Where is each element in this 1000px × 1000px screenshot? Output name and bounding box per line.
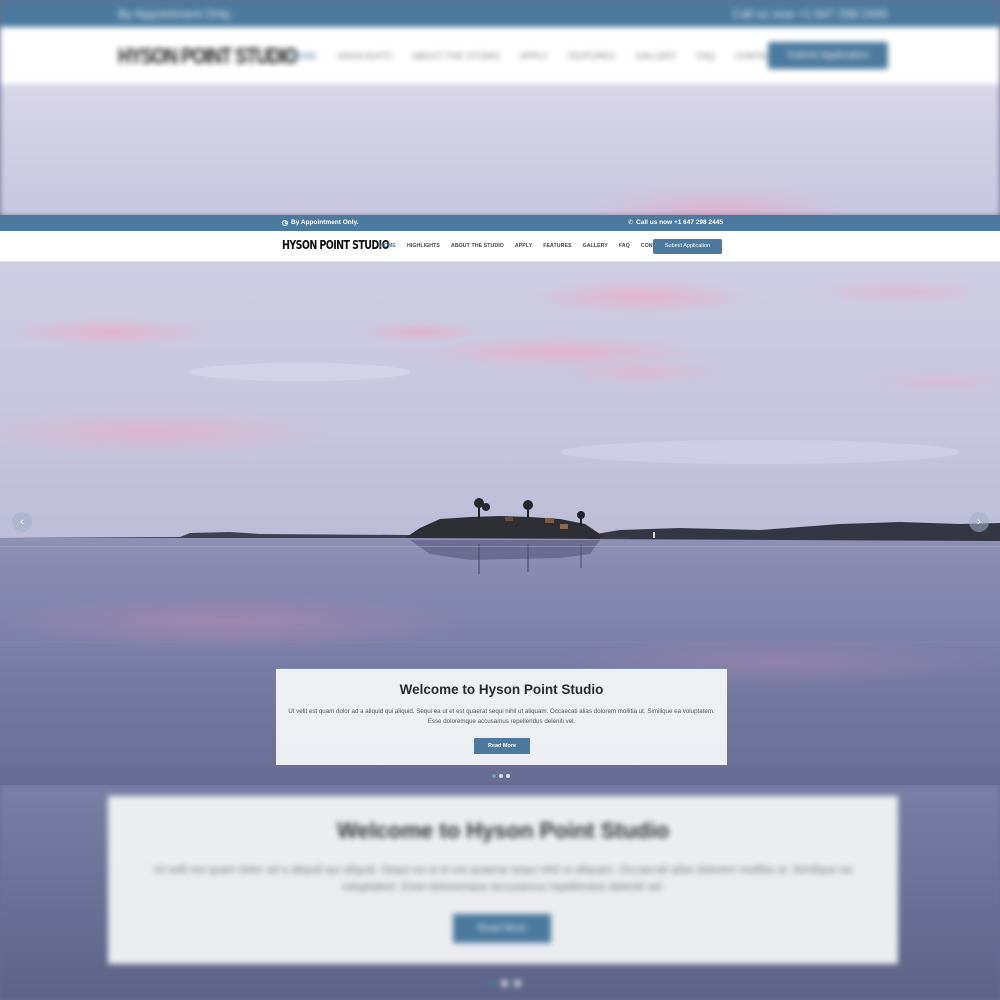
backdrop-dots bbox=[488, 980, 521, 987]
backdrop-welcome-text: Ut velit est quam dolor ad a aliquid qui… bbox=[153, 864, 853, 893]
backdrop-hours-text: By Appointment Only. bbox=[118, 7, 233, 21]
slider-dot-1[interactable] bbox=[492, 774, 496, 778]
website-preview: By Appointment Only. ✆ Call us now +1 64… bbox=[0, 215, 1000, 785]
hero-slider: ‹ › Welcome to Hyson Point Studio Ut vel… bbox=[0, 262, 1000, 785]
nav-item-faq[interactable]: FAQ bbox=[619, 243, 630, 249]
site-logo[interactable]: HYSON POINT STUDIO bbox=[282, 238, 390, 252]
welcome-text: Ut velit est quam dolor ad a aliquid qui… bbox=[288, 708, 715, 725]
slider-dots bbox=[492, 774, 510, 778]
backdrop-menu-item: HOME bbox=[290, 51, 317, 61]
nav-item-highlights[interactable]: HIGHLIGHTS bbox=[407, 243, 440, 249]
welcome-title: Welcome to Hyson Point Studio bbox=[399, 682, 604, 697]
slider-dot-2[interactable] bbox=[499, 774, 503, 778]
nav-item-features[interactable]: FEATURES bbox=[543, 243, 571, 249]
phone-icon: ✆ bbox=[628, 219, 634, 226]
backdrop-menu-item: FAQ bbox=[696, 51, 715, 61]
backdrop-menu: HOME HIGHLIGHTS ABOUT THE STUDIO APPLY F… bbox=[290, 51, 778, 61]
nav-item-about[interactable]: ABOUT THE STUDIO bbox=[451, 243, 504, 249]
nav-menu: HOME HIGHLIGHTS ABOUT THE STUDIO APPLY F… bbox=[380, 243, 678, 249]
main-navbar: HYSON POINT STUDIO HOME HIGHLIGHTS ABOUT… bbox=[0, 231, 1000, 262]
nav-item-gallery[interactable]: GALLERY bbox=[583, 243, 608, 249]
backdrop-logo: HYSON POINT STUDIO bbox=[118, 43, 298, 69]
nav-item-apply[interactable]: APPLY bbox=[515, 243, 532, 249]
backdrop-cta: Submit Application bbox=[768, 42, 888, 69]
backdrop-menu-item: GALLERY bbox=[635, 51, 677, 61]
backdrop-topbar: By Appointment Only. Call us now +1 647 … bbox=[0, 0, 1000, 27]
slider-dot-3[interactable] bbox=[506, 774, 510, 778]
backdrop-menu-item: HIGHLIGHTS bbox=[337, 51, 393, 61]
welcome-card: Welcome to Hyson Point Studio Ut velit e… bbox=[276, 669, 727, 765]
hours-text: By Appointment Only. bbox=[291, 219, 359, 226]
read-more-button[interactable]: Read More bbox=[474, 738, 530, 754]
hours-info: By Appointment Only. bbox=[282, 219, 359, 226]
slider-next-arrow[interactable]: › bbox=[969, 512, 989, 532]
backdrop-menu-item: FEATURES bbox=[568, 51, 616, 61]
nav-item-home[interactable]: HOME bbox=[380, 243, 396, 249]
backdrop-welcome-title: Welcome to Hyson Point Studio bbox=[336, 818, 670, 843]
top-info-bar: By Appointment Only. ✆ Call us now +1 64… bbox=[0, 215, 1000, 231]
backdrop-sky bbox=[0, 84, 1000, 216]
phone-info[interactable]: ✆ Call us now +1 647 298 2445 bbox=[628, 219, 723, 226]
clock-icon bbox=[282, 219, 288, 226]
submit-application-button[interactable]: Submit Application bbox=[653, 239, 722, 254]
backdrop-navbar: HYSON POINT STUDIO HOME HIGHLIGHTS ABOUT… bbox=[0, 27, 1000, 84]
backdrop-welcome-card: Welcome to Hyson Point Studio Ut velit e… bbox=[108, 796, 898, 964]
backdrop-menu-item: APPLY bbox=[519, 51, 549, 61]
backdrop-menu-item: ABOUT THE STUDIO bbox=[412, 51, 500, 61]
chevron-right-icon: › bbox=[977, 516, 981, 528]
slider-prev-arrow[interactable]: ‹ bbox=[12, 512, 32, 532]
phone-text[interactable]: Call us now +1 647 298 2445 bbox=[636, 219, 723, 226]
backdrop-read-more: Read More bbox=[453, 914, 551, 943]
chevron-left-icon: ‹ bbox=[20, 516, 24, 528]
backdrop-phone-text: Call us now +1 647 298 2445 bbox=[732, 7, 888, 21]
